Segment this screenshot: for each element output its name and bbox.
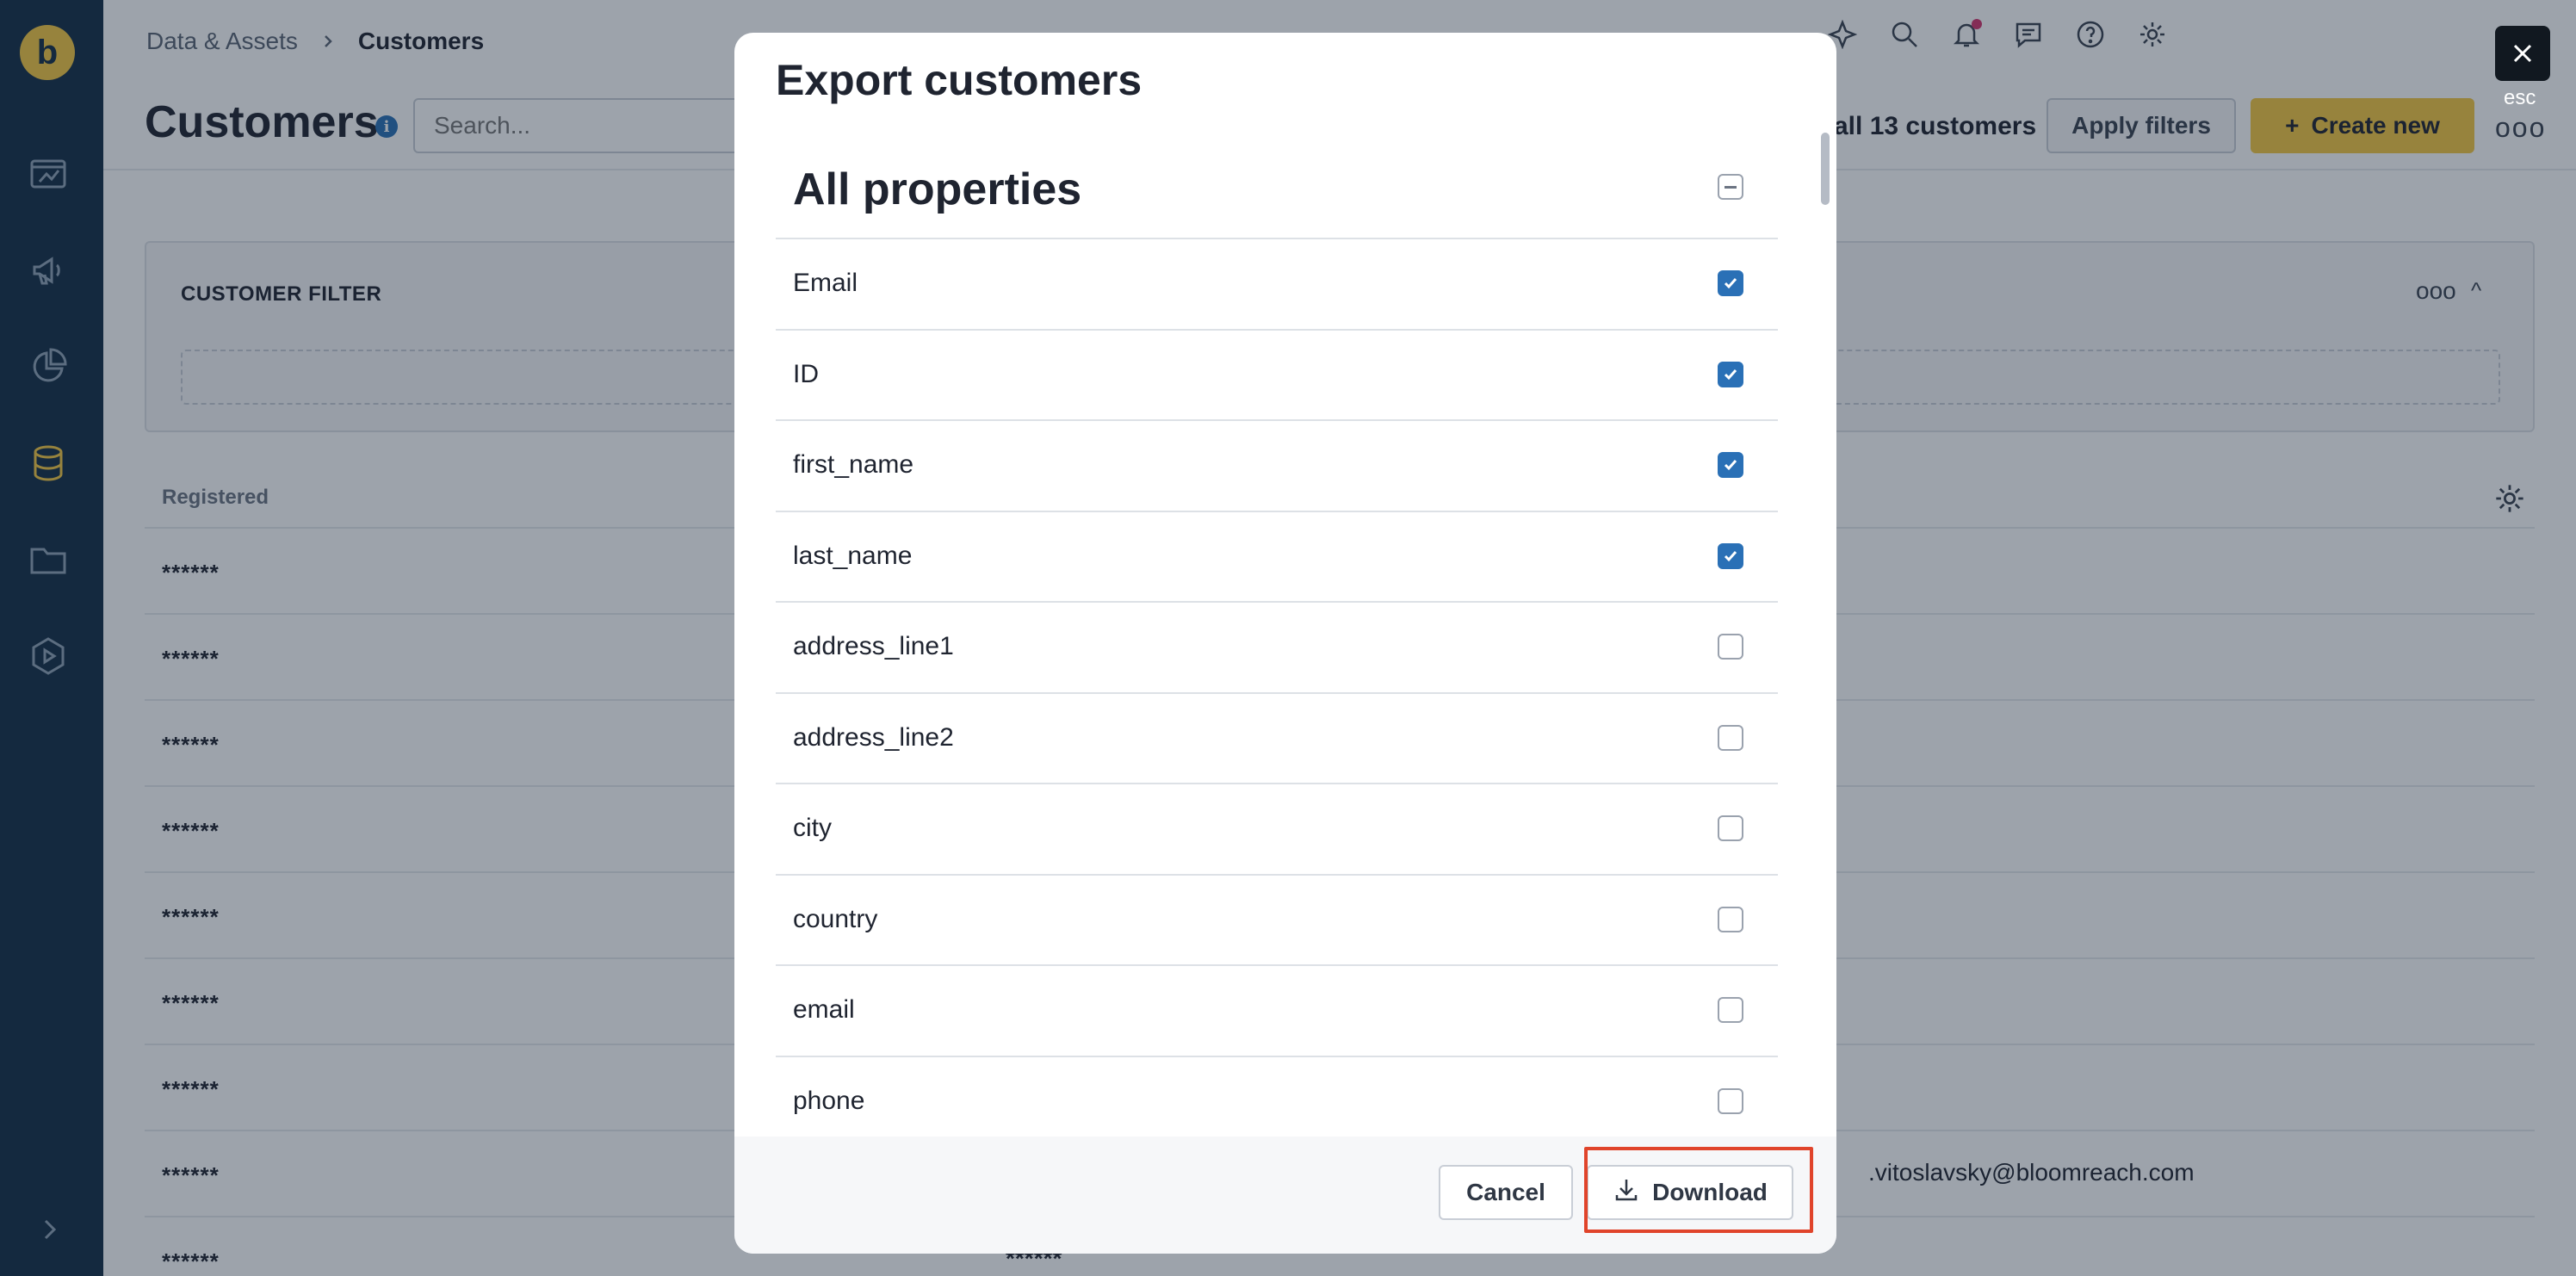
all-properties-checkbox[interactable] [1718, 174, 1743, 200]
property-name: email [793, 995, 855, 1024]
property-row[interactable]: ID [776, 331, 1778, 421]
all-properties-row[interactable]: All properties [776, 136, 1778, 239]
esc-hint: esc [2504, 86, 2536, 109]
property-row[interactable]: email [776, 966, 1778, 1057]
close-icon[interactable] [2495, 26, 2550, 81]
property-checkbox[interactable] [1718, 270, 1743, 296]
property-checkbox[interactable] [1718, 906, 1743, 932]
export-customers-dialog: Export customers All properties Email ID… [734, 33, 1836, 1254]
property-checkbox[interactable] [1718, 361, 1743, 387]
cancel-button[interactable]: Cancel [1439, 1165, 1573, 1220]
property-row[interactable]: address_line2 [776, 694, 1778, 784]
property-row[interactable]: first_name [776, 421, 1778, 512]
property-checkbox[interactable] [1718, 542, 1743, 569]
property-checkbox[interactable] [1718, 997, 1743, 1023]
all-properties-label: All properties [793, 164, 1082, 214]
property-name: first_name [793, 450, 914, 479]
properties-list: All properties Email ID first_name last_… [776, 136, 1778, 1169]
property-checkbox[interactable] [1718, 452, 1743, 478]
property-name: phone [793, 1086, 865, 1115]
property-name: Email [793, 269, 858, 297]
property-name: ID [793, 359, 819, 388]
property-row[interactable]: address_line1 [776, 603, 1778, 694]
property-name: address_line1 [793, 632, 954, 660]
property-name: address_line2 [793, 722, 954, 752]
download-label: Download [1652, 1179, 1768, 1205]
list-scrollbar[interactable] [1821, 133, 1830, 205]
property-checkbox[interactable] [1718, 1087, 1743, 1114]
property-row[interactable]: country [776, 876, 1778, 966]
property-name: last_name [793, 541, 913, 570]
property-row[interactable]: Email [776, 239, 1778, 331]
property-row[interactable]: last_name [776, 512, 1778, 603]
property-checkbox[interactable] [1718, 634, 1743, 660]
dialog-title: Export customers [776, 56, 1142, 104]
download-icon [1613, 1176, 1640, 1210]
property-row[interactable]: city [776, 784, 1778, 876]
property-name: country [793, 904, 878, 933]
download-button[interactable]: Download [1587, 1165, 1793, 1220]
property-checkbox[interactable] [1718, 815, 1743, 841]
property-checkbox[interactable] [1718, 724, 1743, 751]
property-name: city [793, 814, 832, 842]
property-row[interactable]: phone [776, 1057, 1778, 1148]
